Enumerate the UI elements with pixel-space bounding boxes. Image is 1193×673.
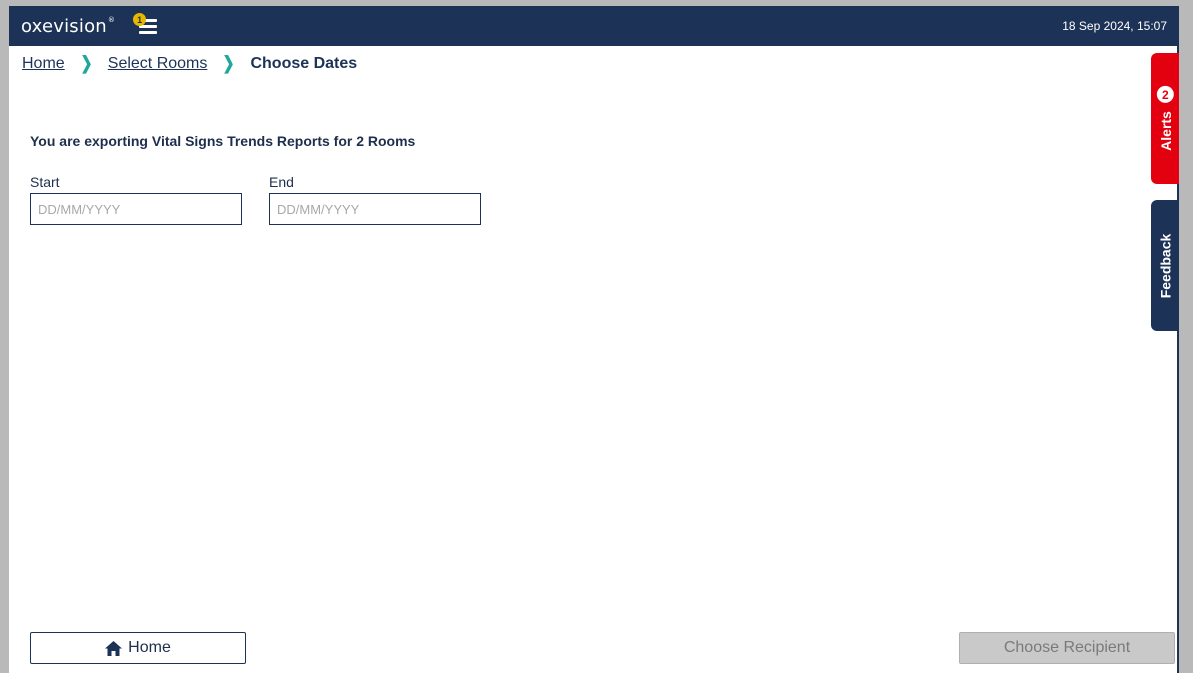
logo-text: oxevision <box>21 15 107 37</box>
window-frame-right <box>1179 0 1193 673</box>
start-date-input[interactable] <box>30 193 242 225</box>
registered-mark: ® <box>107 15 116 24</box>
alerts-tab[interactable]: Alerts 2 <box>1151 53 1179 184</box>
breadcrumb-home-link[interactable]: Home <box>22 55 65 73</box>
alerts-count-badge: 2 <box>1156 86 1174 104</box>
end-date-input[interactable] <box>269 193 481 225</box>
menu-notification-badge: 1 <box>133 13 147 26</box>
start-date-field: Start <box>30 174 242 225</box>
top-bar: oxevision® 1 18 Sep 2024, 15:07 <box>9 6 1179 46</box>
end-date-label: End <box>269 174 294 190</box>
house-icon <box>105 640 123 656</box>
end-date-field: End <box>269 174 481 225</box>
choose-recipient-button[interactable]: Choose Recipient <box>959 632 1175 664</box>
choose-recipient-label: Choose Recipient <box>1003 639 1131 656</box>
page-title: You are exporting Vital Signs Trends Rep… <box>30 133 416 149</box>
feedback-tab[interactable]: Feedback <box>1151 200 1179 331</box>
feedback-tab-label: Feedback <box>1157 233 1173 298</box>
home-button[interactable]: Home <box>30 632 246 664</box>
alerts-tab-label: Alerts <box>1157 111 1173 151</box>
breadcrumb: Home ❯ Select Rooms ❯ Choose Dates <box>22 53 357 74</box>
home-button-label: Home <box>128 639 171 656</box>
chevron-right-icon: ❯ <box>80 53 93 73</box>
start-date-label: Start <box>30 174 60 190</box>
menu-button[interactable]: 1 <box>133 13 158 36</box>
chevron-right-icon: ❯ <box>222 53 235 73</box>
breadcrumb-select-rooms-link[interactable]: Select Rooms <box>108 55 208 73</box>
window-frame-left <box>0 0 9 673</box>
datetime: 18 Sep 2024, 15:07 <box>1062 19 1167 33</box>
breadcrumb-current: Choose Dates <box>250 54 358 72</box>
app-logo: oxevision® <box>21 16 115 37</box>
